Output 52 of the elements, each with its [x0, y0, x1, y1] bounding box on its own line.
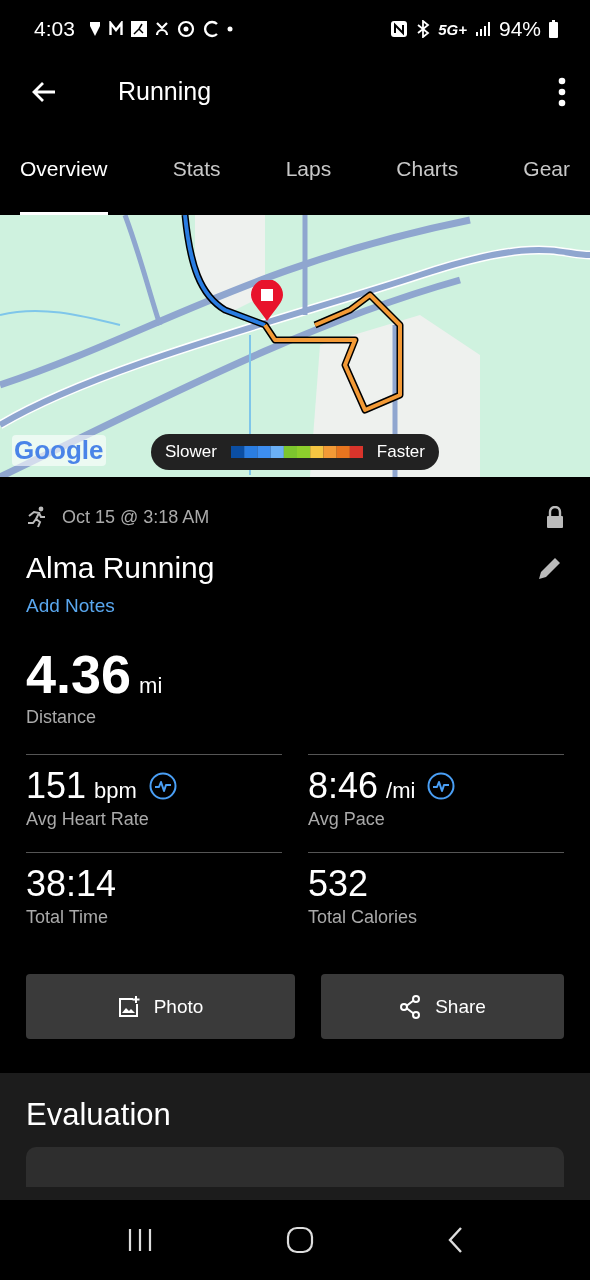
heart-ring-icon [176, 20, 195, 38]
mail-icon [108, 21, 123, 37]
photo-button[interactable]: Photo [26, 974, 295, 1039]
battery-icon [549, 20, 558, 38]
add-photo-icon [117, 995, 140, 1018]
network-type: 5G+ [438, 20, 467, 38]
stat-label: Total Time [26, 907, 110, 928]
legend-label: Slower [165, 442, 217, 462]
stat-value: 38:14 [26, 863, 117, 905]
more-options-button[interactable] [558, 76, 566, 107]
map-attribution: Google [12, 435, 106, 466]
stat-label: Avg Heart Rate [26, 809, 150, 830]
recent-apps-button[interactable] [126, 1228, 153, 1252]
stat-label: Avg Pace [308, 809, 386, 830]
lock-icon [546, 506, 564, 528]
status-time: 4:03 [34, 17, 75, 41]
stat-value: 151 [26, 765, 87, 807]
stat-unit: /mi [386, 778, 416, 804]
dot-icon [226, 26, 233, 32]
screen-title: Running [118, 77, 212, 106]
battery-percent: 94% [498, 17, 541, 41]
activity-name: Alma Running [26, 551, 215, 585]
pin-icon [88, 21, 101, 37]
bluetooth-icon [416, 20, 431, 38]
add-notes-link[interactable]: Add Notes [26, 595, 115, 617]
sync-icon [202, 20, 219, 38]
stat-value: 8:46 [308, 765, 379, 807]
share-icon [399, 994, 422, 1019]
activity-date: Oct 15 @ 3:18 AM [62, 506, 210, 528]
signal-icon [474, 21, 491, 37]
chart-link-icon[interactable] [427, 772, 456, 800]
share-button[interactable]: Share [321, 974, 564, 1039]
stat-value: 532 [308, 863, 369, 905]
distance-unit: mi [139, 673, 163, 699]
map-pin-icon [250, 280, 284, 322]
app-icon [130, 21, 147, 37]
chart-link-icon[interactable] [148, 772, 177, 800]
stat-unit: bpm [94, 778, 137, 804]
distance-value: 4.36 [26, 643, 132, 705]
running-icon [26, 506, 48, 528]
tab[interactable]: Gear [523, 125, 570, 215]
nfc-icon [390, 20, 409, 38]
stat-label: Distance [26, 707, 98, 728]
home-button[interactable] [286, 1226, 314, 1254]
tab[interactable]: Charts [396, 125, 459, 215]
tab[interactable]: Stats [172, 125, 221, 215]
section-title: Evaluation [26, 1097, 172, 1133]
stat-label: Total Calories [308, 907, 419, 928]
tab[interactable]: Laps [285, 125, 332, 215]
back-nav-button[interactable] [447, 1226, 464, 1254]
legend-label: Faster [376, 442, 425, 462]
missed-call-icon [154, 21, 169, 37]
